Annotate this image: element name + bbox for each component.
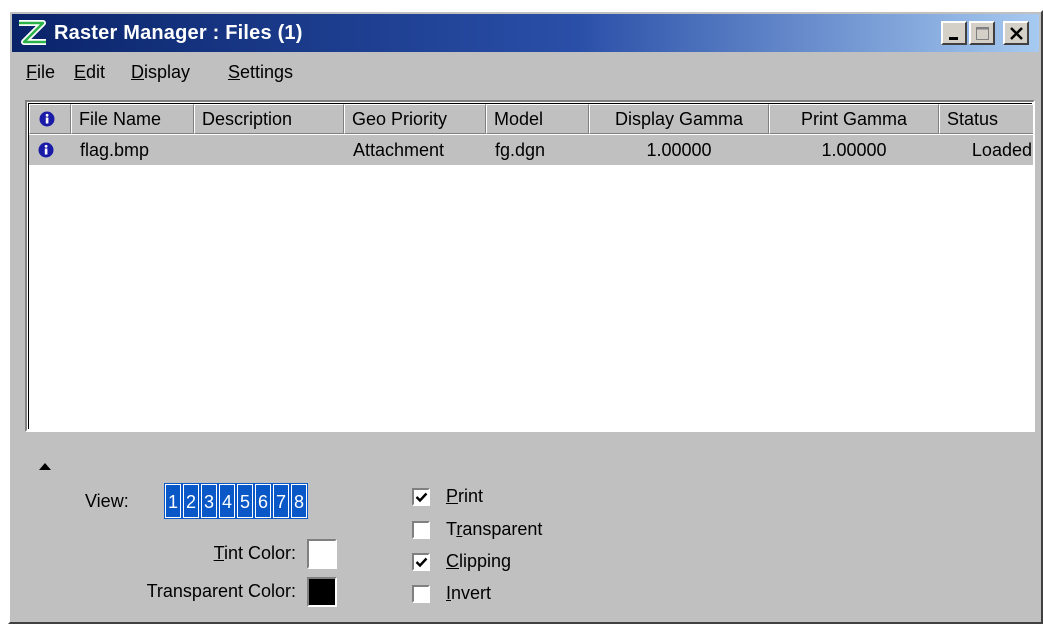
view-3-toggle[interactable]: 3 xyxy=(200,483,218,519)
transparent-label-pre: T xyxy=(446,519,457,539)
list-body: File Name Description Geo Priority Model… xyxy=(28,103,1033,429)
view-7-toggle[interactable]: 7 xyxy=(272,483,290,519)
view-label: View: xyxy=(85,491,129,511)
header-status[interactable]: Status xyxy=(939,104,1033,134)
view-1-toggle[interactable]: 1 xyxy=(164,483,182,519)
clipping-label-post: lipping xyxy=(459,551,512,571)
close-button[interactable] xyxy=(1003,21,1029,45)
close-icon xyxy=(1010,27,1023,40)
window-title: Raster Manager : Files (1) xyxy=(54,22,303,44)
cell-file-name: flag.bmp xyxy=(80,140,150,160)
header-print-gamma[interactable]: Print Gamma xyxy=(769,104,939,134)
checkmark-icon xyxy=(415,492,428,503)
microstation-logo-icon xyxy=(19,20,46,45)
cell-geo-priority: Attachment xyxy=(353,140,445,160)
minimize-button[interactable] xyxy=(941,21,967,45)
view-toggle-group: 1 2 3 4 5 6 7 8 xyxy=(164,483,308,522)
tint-color-label-key: T xyxy=(213,543,224,563)
header-geo-priority[interactable]: Geo Priority xyxy=(344,104,486,134)
transparent-color-swatch[interactable] xyxy=(307,577,337,607)
cell-model: fg.dgn xyxy=(495,140,546,160)
view-8-toggle[interactable]: 8 xyxy=(290,483,308,519)
header-icon-column[interactable] xyxy=(29,104,71,134)
clipping-checkbox[interactable] xyxy=(412,553,430,571)
header-display-gamma[interactable]: Display Gamma xyxy=(589,104,769,134)
menu-edit[interactable]: Edit xyxy=(74,62,105,83)
clipping-label: Clipping xyxy=(446,551,511,572)
tint-color-label: Tint Color: xyxy=(214,543,296,564)
tint-color-label-post: int Color: xyxy=(223,543,296,563)
invert-label: Invert xyxy=(446,583,491,604)
view-5-toggle[interactable]: 5 xyxy=(236,483,254,519)
menu-settings[interactable]: Settings xyxy=(228,62,293,83)
header-description[interactable]: Description xyxy=(194,104,344,134)
print-label-post: rint xyxy=(458,486,484,506)
cell-print-gamma: 1.00000 xyxy=(821,140,887,160)
info-icon xyxy=(39,111,55,127)
header-model[interactable]: Model xyxy=(486,104,589,134)
settings-panel: View: 1 2 3 4 5 6 7 8 Tint Color: Transp… xyxy=(10,442,1041,622)
transparent-label: Transparent xyxy=(446,519,542,540)
transparent-color-label: Transparent Color: xyxy=(146,581,296,601)
maximize-icon xyxy=(976,27,989,40)
cell-display-gamma: 1.00000 xyxy=(646,140,712,160)
clipping-label-key: C xyxy=(446,551,459,571)
header-file-name[interactable]: File Name xyxy=(71,104,194,134)
view-4-toggle[interactable]: 4 xyxy=(218,483,236,519)
tint-color-swatch[interactable] xyxy=(307,539,337,569)
menu-display[interactable]: Display xyxy=(131,62,190,83)
print-label: Print xyxy=(446,486,483,507)
invert-label-post: nvert xyxy=(451,583,492,603)
title-bar[interactable]: Raster Manager : Files (1) xyxy=(12,14,1039,52)
raster-file-list[interactable]: File Name Description Geo Priority Model… xyxy=(25,100,1035,432)
minimize-icon xyxy=(949,37,958,40)
collapse-arrow-icon[interactable] xyxy=(38,462,52,471)
print-checkbox[interactable] xyxy=(412,488,430,506)
print-label-key: P xyxy=(446,486,459,506)
raster-manager-window: Raster Manager : Files (1) File Edit Dis… xyxy=(8,10,1043,624)
maximize-button[interactable] xyxy=(969,21,995,45)
checkmark-icon xyxy=(415,557,428,568)
view-2-toggle[interactable]: 2 xyxy=(182,483,200,519)
invert-checkbox[interactable] xyxy=(412,585,430,603)
info-icon xyxy=(38,142,54,158)
desktop-strip xyxy=(0,0,1043,10)
transparent-checkbox[interactable] xyxy=(412,521,430,539)
view-6-toggle[interactable]: 6 xyxy=(254,483,272,519)
cell-status: Loaded xyxy=(971,140,1032,160)
transparent-label-post: ansparent xyxy=(462,519,543,539)
menu-bar: File Edit Display Settings xyxy=(12,56,1039,86)
table-row[interactable]: flag.bmp Attachment fg.dgn 1.00000 1.000… xyxy=(29,135,1033,165)
menu-file[interactable]: File xyxy=(26,62,55,83)
